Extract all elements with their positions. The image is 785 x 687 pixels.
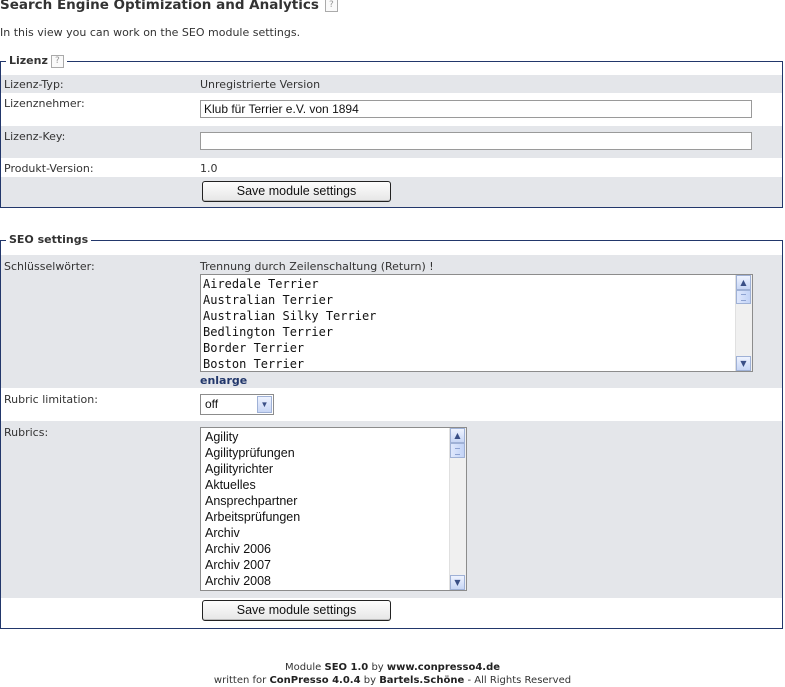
lizenz-typ-label: Lizenz-Typ:: [4, 78, 64, 91]
footer-module-name: SEO 1.0: [324, 662, 369, 673]
seo-settings-legend: SEO settings: [6, 233, 92, 247]
keyword-line: Border Terrier: [203, 341, 305, 355]
lizenz-fieldset: Lizenz? Lizenz-Typ: Unregistrierte Versi…: [0, 54, 783, 208]
page-title: Search Engine Optimization and Analytics…: [0, 0, 338, 13]
footer-rights: - All Rights Reserved: [467, 675, 572, 686]
rubric-option[interactable]: Agility: [203, 429, 300, 445]
page-title-text: Search Engine Optimization and Analytics: [0, 0, 319, 13]
keyword-line: Airedale Terrier: [203, 277, 319, 291]
scroll-up-arrow-icon[interactable]: ▲: [450, 428, 465, 443]
rubric-limitation-select[interactable]: off ▼: [200, 394, 274, 415]
lizenz-typ-value: Unregistrierte Version: [200, 78, 321, 91]
footer-by: by: [363, 675, 376, 686]
rubric-option[interactable]: Archiv 2007: [203, 557, 300, 573]
keywords-scrollbar[interactable]: ▲ ▼: [735, 275, 752, 371]
footer-site-link[interactable]: www.conpresso4.de: [387, 662, 500, 673]
keyword-line: Bedlington Terrier: [203, 325, 334, 339]
scrollbar-thumb[interactable]: [450, 443, 465, 458]
help-icon[interactable]: ?: [324, 0, 338, 12]
scroll-down-arrow-icon[interactable]: ▼: [450, 575, 465, 590]
footer-module-prefix: Module: [284, 662, 322, 673]
footer-author: Bartels.Schöne: [379, 675, 465, 686]
lizenznehmer-input[interactable]: Klub für Terrier e.V. von 1894: [200, 100, 752, 118]
rubric-option[interactable]: Ansprechpartner: [203, 493, 300, 509]
rubric-option[interactable]: Agilityrichter: [203, 461, 300, 477]
rubric-option[interactable]: Arbeitsprüfungen: [203, 509, 300, 525]
keywords-label: Schlüsselwörter:: [4, 260, 95, 273]
rubric-option[interactable]: Archiv 2008: [203, 573, 300, 589]
keywords-hint: Trennung durch Zeilenschaltung (Return) …: [200, 260, 434, 273]
rubric-option[interactable]: Archiv: [203, 525, 300, 541]
produkt-version-row: Produkt-Version: 1.0: [1, 158, 782, 177]
keyword-line: Boston Terrier: [203, 357, 305, 371]
rubric-limitation-row: Rubric limitation: off ▼: [1, 388, 782, 421]
save-module-settings-button[interactable]: Save module settings: [202, 181, 391, 202]
rubric-option[interactable]: Agilityprüfungen: [203, 445, 300, 461]
produkt-version-value: 1.0: [200, 162, 218, 175]
footer-by: by: [371, 662, 384, 673]
seo-save-row: Save module settings: [1, 598, 782, 628]
produkt-version-label: Produkt-Version:: [4, 162, 94, 175]
rubrics-row: Rubrics: Agility Agilityprüfungen Agilit…: [1, 421, 782, 598]
scroll-up-arrow-icon[interactable]: ▲: [736, 275, 751, 290]
save-module-settings-button[interactable]: Save module settings: [202, 600, 391, 621]
lizenz-legend: Lizenz?: [6, 54, 67, 68]
rubrics-listbox[interactable]: Agility Agilityprüfungen Agilityrichter …: [200, 427, 467, 591]
rubrics-scrollbar[interactable]: ▲ ▼: [449, 428, 466, 590]
footer-written-for: written for: [213, 675, 267, 686]
keyword-line: Australian Terrier: [203, 293, 334, 307]
lizenz-key-label: Lizenz-Key:: [4, 130, 66, 143]
rubric-limitation-label: Rubric limitation:: [4, 393, 98, 406]
rubric-option[interactable]: Archiv 2006: [203, 541, 300, 557]
lizenz-key-row: Lizenz-Key:: [1, 126, 782, 158]
help-icon[interactable]: ?: [50, 54, 64, 68]
lizenz-typ-row: Lizenz-Typ: Unregistrierte Version: [1, 75, 782, 93]
lizenz-key-input[interactable]: [200, 132, 752, 150]
seo-settings-fieldset: SEO settings Schlüsselwörter: Trennung d…: [0, 233, 783, 629]
lizenz-legend-text: Lizenz: [9, 54, 48, 67]
footer-line-1: Module SEO 1.0 by www.conpresso4.de: [0, 661, 785, 674]
footer-line-2: written for ConPresso 4.0.4 by Bartels.S…: [0, 674, 785, 687]
keywords-row: Schlüsselwörter: Trennung durch Zeilensc…: [1, 255, 782, 388]
lizenz-save-row: Save module settings: [1, 177, 782, 207]
scroll-down-arrow-icon[interactable]: ▼: [736, 356, 751, 371]
lizenznehmer-row: Lizenznehmer: Klub für Terrier e.V. von …: [1, 93, 782, 126]
keyword-line: Australian Silky Terrier: [203, 309, 377, 323]
intro-text: In this view you can work on the SEO mod…: [0, 26, 301, 39]
chevron-down-icon[interactable]: ▼: [257, 396, 272, 413]
keywords-textarea[interactable]: Airedale Terrier Australian Terrier Aust…: [200, 274, 753, 372]
scrollbar-thumb[interactable]: [736, 290, 751, 304]
rubrics-label: Rubrics:: [4, 426, 49, 439]
footer-product: ConPresso 4.0.4: [269, 675, 361, 686]
enlarge-link[interactable]: enlarge: [200, 374, 247, 387]
rubric-option[interactable]: Aktuelles: [203, 477, 300, 493]
lizenznehmer-label: Lizenznehmer:: [4, 97, 85, 110]
rubric-limitation-value: off: [205, 397, 219, 411]
